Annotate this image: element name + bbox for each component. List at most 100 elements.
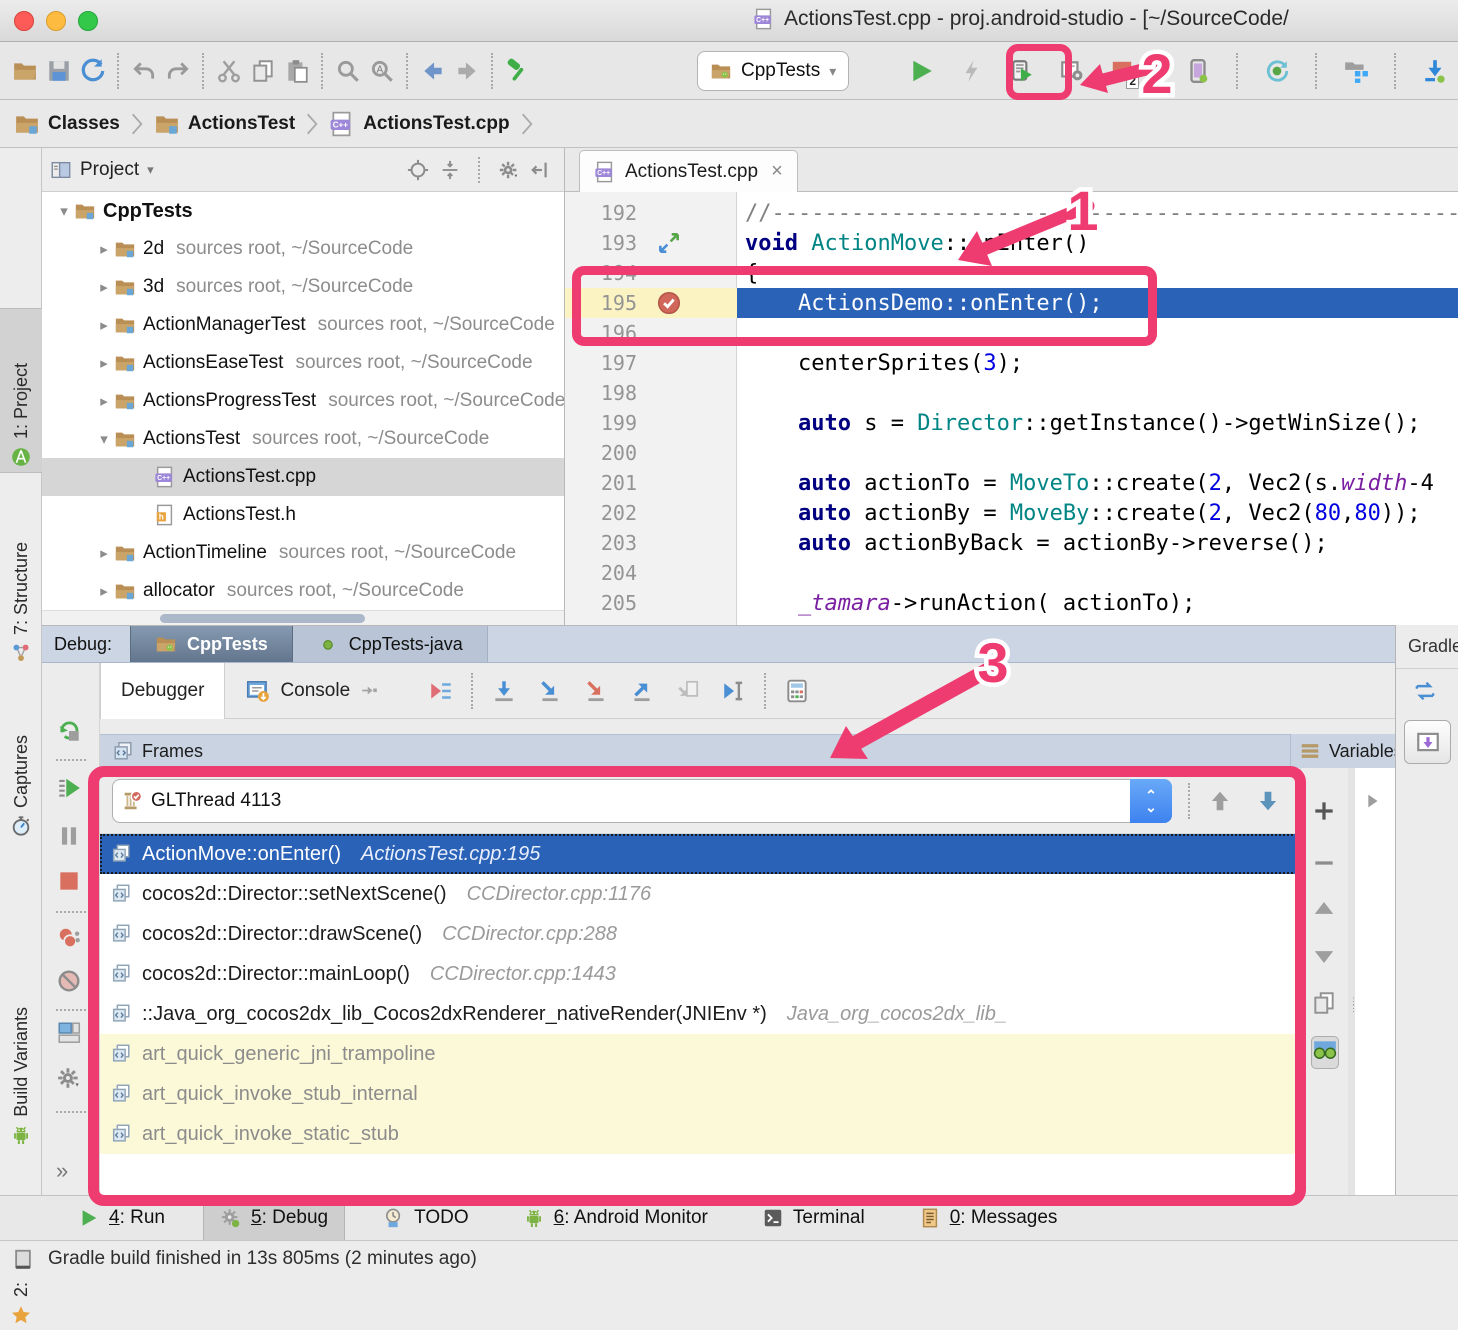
gradle-import-button[interactable] bbox=[1404, 720, 1451, 764]
panel-splitter[interactable]: ⋮⋮ bbox=[1348, 768, 1355, 1195]
gradle-sync-button[interactable] bbox=[1260, 51, 1294, 91]
thread-stepper[interactable]: ⌃⌄ bbox=[1130, 779, 1172, 823]
pin-right-icon[interactable] bbox=[359, 681, 378, 700]
stack-frame[interactable]: art_quick_generic_jni_trampoline bbox=[100, 1034, 1300, 1074]
tree-collapse-icon[interactable]: ▾ bbox=[94, 430, 114, 448]
zoom-window-button[interactable] bbox=[78, 11, 98, 31]
stack-frame[interactable]: ActionMove::onEnter()ActionsTest.cpp:195 bbox=[100, 834, 1300, 874]
tree-item-cpptests[interactable]: ▾CppTests bbox=[42, 192, 564, 230]
view-breakpoints-button[interactable] bbox=[56, 925, 82, 956]
toolwindow-toggle-icon[interactable] bbox=[12, 1248, 34, 1270]
tree-expander-icon[interactable] bbox=[1361, 790, 1383, 812]
code-line-198[interactable]: 198 bbox=[565, 378, 1458, 408]
stack-frame[interactable]: cocos2d::Director::mainLoop()CCDirector.… bbox=[100, 954, 1300, 994]
tree-item-actiontimeline[interactable]: ▸ActionTimelinesources root, ~/SourceCod… bbox=[42, 534, 564, 572]
pause-button[interactable] bbox=[56, 823, 82, 854]
evaluate-expression-button[interactable] bbox=[774, 671, 820, 711]
collapse-all-button[interactable] bbox=[439, 159, 461, 181]
minimize-window-button[interactable] bbox=[46, 11, 66, 31]
tree-expand-icon[interactable]: ▸ bbox=[94, 544, 114, 562]
code-line-192[interactable]: 192//-----------------------------------… bbox=[565, 198, 1458, 228]
code-line-193[interactable]: 193void ActionMove::onEnter() bbox=[565, 228, 1458, 258]
toolwindow-button-android-monitor[interactable]: 6: Android Monitor bbox=[507, 1196, 724, 1240]
toolwindow-button-messages[interactable]: 0: Messages bbox=[903, 1196, 1074, 1240]
tree-expand-icon[interactable]: ▸ bbox=[94, 240, 114, 258]
stack-frame[interactable]: art_quick_invoke_static_stub bbox=[100, 1114, 1300, 1154]
tree-item-3d[interactable]: ▸3dsources root, ~/SourceCode bbox=[42, 268, 564, 306]
resume-button[interactable] bbox=[56, 775, 82, 806]
debug-tab-cpptests[interactable]: CppTests bbox=[130, 626, 293, 662]
code-line-200[interactable]: 200 bbox=[565, 438, 1458, 468]
forward-button[interactable] bbox=[450, 51, 484, 91]
code-line-205[interactable]: 205 _tamara->runAction( actionTo); bbox=[565, 588, 1458, 618]
tree-collapse-icon[interactable]: ▾ bbox=[54, 202, 74, 220]
copy-button[interactable] bbox=[246, 51, 280, 91]
hide-panel-button[interactable] bbox=[530, 159, 552, 181]
drop-frame-button[interactable] bbox=[665, 671, 711, 711]
stop-button[interactable]: 2 bbox=[1105, 51, 1139, 91]
run-configuration-select[interactable]: CppTests ▾ bbox=[697, 51, 849, 91]
tree-expand-icon[interactable]: ▸ bbox=[94, 582, 114, 600]
close-icon[interactable]: × bbox=[771, 160, 783, 183]
code-line-195[interactable]: 195 ActionsDemo::onEnter(); bbox=[565, 288, 1458, 318]
add-button[interactable] bbox=[1311, 798, 1337, 829]
tree-item-2d[interactable]: ▸2dsources root, ~/SourceCode bbox=[42, 230, 564, 268]
scrollbar-thumb[interactable] bbox=[160, 614, 365, 623]
tree-expand-icon[interactable]: ▸ bbox=[94, 278, 114, 296]
sdk-manager-button[interactable] bbox=[1418, 51, 1452, 91]
tree-item-actionmanagertest[interactable]: ▸ActionManagerTestsources root, ~/Source… bbox=[42, 306, 564, 344]
move-down-button[interactable] bbox=[1311, 943, 1337, 974]
stack-frame[interactable]: ::Java_org_cocos2dx_lib_Cocos2dxRenderer… bbox=[100, 994, 1300, 1034]
sync-files-button[interactable] bbox=[76, 51, 110, 91]
step-over-button[interactable] bbox=[481, 671, 527, 711]
stripe-button-build-variants[interactable]: Build Variants bbox=[0, 910, 42, 1150]
code-line-194[interactable]: 194{ bbox=[565, 258, 1458, 288]
back-button[interactable] bbox=[416, 51, 450, 91]
copy-stack-button[interactable] bbox=[1311, 990, 1337, 1021]
rerun-button[interactable] bbox=[56, 718, 82, 749]
replace-button[interactable]: A bbox=[365, 51, 399, 91]
instant-run-button[interactable] bbox=[955, 51, 989, 91]
show-execution-point-button[interactable] bbox=[418, 671, 464, 711]
build-hammer-button[interactable] bbox=[501, 51, 535, 91]
stripe-button-7-structure[interactable]: 7: Structure bbox=[0, 483, 42, 668]
avd-manager-button[interactable] bbox=[1181, 51, 1215, 91]
settings-gear-button[interactable] bbox=[56, 1065, 82, 1096]
tree-item-allocator[interactable]: ▸allocatorsources root, ~/SourceCode bbox=[42, 572, 564, 610]
gradle-refresh-icon[interactable] bbox=[1412, 678, 1438, 704]
code-line-197[interactable]: 197 centerSprites(3); bbox=[565, 348, 1458, 378]
run-button[interactable] bbox=[905, 51, 939, 91]
step-out-button[interactable] bbox=[619, 671, 665, 711]
tree-item-actionstest-cpp[interactable]: C++ActionsTest.cpp bbox=[42, 458, 564, 496]
tab-console[interactable]: Console bbox=[225, 663, 398, 719]
code-line-204[interactable]: 204 bbox=[565, 558, 1458, 588]
thread-selector[interactable]: GLThread 4113 ⌃⌄ bbox=[112, 779, 1172, 823]
stack-frame[interactable]: art_quick_invoke_stub_internal bbox=[100, 1074, 1300, 1114]
project-structure-button[interactable] bbox=[1339, 51, 1373, 91]
tree-expand-icon[interactable]: ▸ bbox=[94, 354, 114, 372]
hamburger-menu-icon[interactable] bbox=[1299, 740, 1321, 762]
breakpoint-icon[interactable] bbox=[656, 290, 682, 316]
tree-expand-icon[interactable]: ▸ bbox=[94, 392, 114, 410]
editor-tab-actionstest-cpp[interactable]: C++ ActionsTest.cpp × bbox=[579, 150, 798, 192]
toolwindow-button-terminal[interactable]: Terminal bbox=[746, 1196, 881, 1240]
device-monitor-button[interactable] bbox=[1055, 51, 1089, 91]
previous-frame-icon[interactable] bbox=[1207, 788, 1233, 814]
close-window-button[interactable] bbox=[14, 11, 34, 31]
mute-breakpoints-button[interactable] bbox=[56, 968, 82, 999]
stack-frame[interactable]: cocos2d::Director::setNextScene()CCDirec… bbox=[100, 874, 1300, 914]
breadcrumb-item-actionstest[interactable]: ActionsTest bbox=[154, 111, 295, 137]
horizontal-scrollbar[interactable] bbox=[42, 610, 564, 625]
find-button[interactable] bbox=[331, 51, 365, 91]
chevron-down-icon[interactable]: ▾ bbox=[147, 162, 154, 178]
code-line-203[interactable]: 203 auto actionByBack = actionBy->revers… bbox=[565, 528, 1458, 558]
stop-square-button[interactable] bbox=[56, 868, 82, 899]
toolwindow-button-todo[interactable]: TODO bbox=[367, 1196, 485, 1240]
tree-item-actionstest-h[interactable]: hActionsTest.h bbox=[42, 496, 564, 534]
open-folder-button[interactable] bbox=[8, 51, 42, 91]
code-line-201[interactable]: 201 auto actionTo = MoveTo::create(2, Ve… bbox=[565, 468, 1458, 498]
toolwindow-button-run[interactable]: 4: Run bbox=[62, 1196, 181, 1240]
next-frame-icon[interactable] bbox=[1255, 788, 1281, 814]
step-into-button[interactable] bbox=[527, 671, 573, 711]
more-button[interactable]: » bbox=[56, 1158, 68, 1184]
